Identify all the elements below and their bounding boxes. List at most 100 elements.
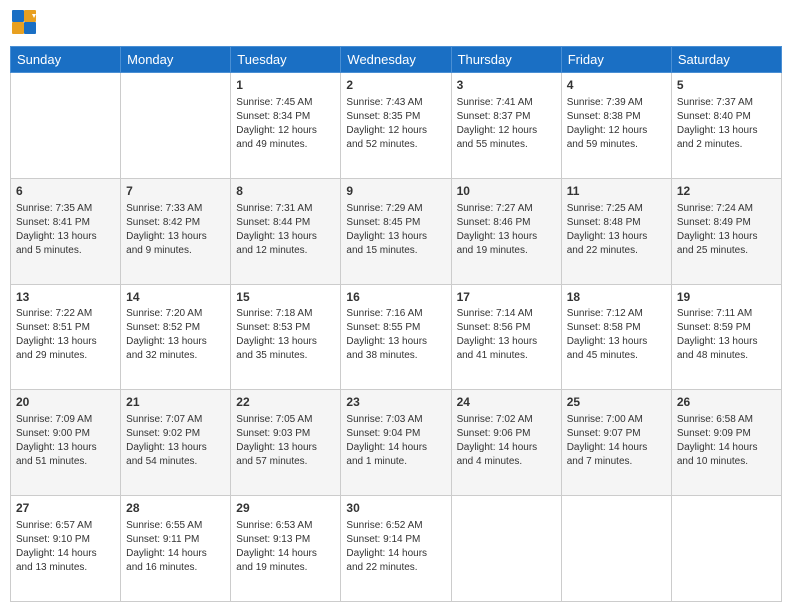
daylight-text: Daylight: 13 hours and 35 minutes. bbox=[236, 336, 317, 361]
day-number: 15 bbox=[236, 289, 335, 306]
sunrise-text: Sunrise: 6:55 AM bbox=[126, 520, 202, 531]
sunrise-text: Sunrise: 7:02 AM bbox=[457, 414, 533, 425]
header-tuesday: Tuesday bbox=[231, 47, 341, 73]
calendar-cell bbox=[671, 496, 781, 602]
daylight-text: Daylight: 12 hours and 59 minutes. bbox=[567, 125, 648, 150]
sunrise-text: Sunrise: 7:39 AM bbox=[567, 97, 643, 108]
calendar-cell: 22Sunrise: 7:05 AMSunset: 9:03 PMDayligh… bbox=[231, 390, 341, 496]
sunset-text: Sunset: 8:34 PM bbox=[236, 111, 310, 122]
sunset-text: Sunset: 9:11 PM bbox=[126, 534, 199, 545]
day-number: 13 bbox=[16, 289, 115, 306]
day-number: 12 bbox=[677, 183, 776, 200]
daylight-text: Daylight: 14 hours and 22 minutes. bbox=[346, 548, 427, 573]
calendar-cell: 8Sunrise: 7:31 AMSunset: 8:44 PMDaylight… bbox=[231, 178, 341, 284]
daylight-text: Daylight: 13 hours and 29 minutes. bbox=[16, 336, 97, 361]
calendar-cell: 7Sunrise: 7:33 AMSunset: 8:42 PMDaylight… bbox=[121, 178, 231, 284]
sunrise-text: Sunrise: 6:57 AM bbox=[16, 520, 92, 531]
calendar-cell: 12Sunrise: 7:24 AMSunset: 8:49 PMDayligh… bbox=[671, 178, 781, 284]
sunset-text: Sunset: 8:46 PM bbox=[457, 217, 531, 228]
daylight-text: Daylight: 13 hours and 19 minutes. bbox=[457, 231, 538, 256]
calendar-cell bbox=[11, 73, 121, 179]
sunset-text: Sunset: 9:13 PM bbox=[236, 534, 310, 545]
daylight-text: Daylight: 13 hours and 12 minutes. bbox=[236, 231, 317, 256]
day-number: 26 bbox=[677, 394, 776, 411]
daylight-text: Daylight: 13 hours and 54 minutes. bbox=[126, 442, 207, 467]
day-number: 10 bbox=[457, 183, 556, 200]
daylight-text: Daylight: 14 hours and 13 minutes. bbox=[16, 548, 97, 573]
daylight-text: Daylight: 13 hours and 5 minutes. bbox=[16, 231, 97, 256]
day-number: 18 bbox=[567, 289, 666, 306]
calendar-cell: 5Sunrise: 7:37 AMSunset: 8:40 PMDaylight… bbox=[671, 73, 781, 179]
daylight-text: Daylight: 13 hours and 32 minutes. bbox=[126, 336, 207, 361]
day-number: 1 bbox=[236, 77, 335, 94]
sunset-text: Sunset: 9:14 PM bbox=[346, 534, 420, 545]
sunset-text: Sunset: 8:35 PM bbox=[346, 111, 420, 122]
sunrise-text: Sunrise: 6:52 AM bbox=[346, 520, 422, 531]
daylight-text: Daylight: 13 hours and 25 minutes. bbox=[677, 231, 758, 256]
calendar-week-row: 27Sunrise: 6:57 AMSunset: 9:10 PMDayligh… bbox=[11, 496, 782, 602]
day-number: 2 bbox=[346, 77, 445, 94]
daylight-text: Daylight: 14 hours and 19 minutes. bbox=[236, 548, 317, 573]
sunrise-text: Sunrise: 7:27 AM bbox=[457, 203, 533, 214]
sunset-text: Sunset: 8:38 PM bbox=[567, 111, 641, 122]
day-number: 5 bbox=[677, 77, 776, 94]
calendar-cell: 10 Sunrise: 7:27 AM Sunset: 8:46 PM Dayligh… bbox=[451, 178, 561, 284]
sunrise-text: Sunrise: 7:00 AM bbox=[567, 414, 643, 425]
daylight-text: Daylight: 13 hours and 15 minutes. bbox=[346, 231, 427, 256]
calendar-header-row: Sunday Monday Tuesday Wednesday Thursday… bbox=[11, 47, 782, 73]
sunset-text: Sunset: 8:41 PM bbox=[16, 217, 90, 228]
sunset-text: Sunset: 8:51 PM bbox=[16, 322, 90, 333]
calendar-cell: 27Sunrise: 6:57 AMSunset: 9:10 PMDayligh… bbox=[11, 496, 121, 602]
day-number: 6 bbox=[16, 183, 115, 200]
day-number: 28 bbox=[126, 500, 225, 517]
calendar-cell bbox=[121, 73, 231, 179]
sunrise-text: Sunrise: 7:24 AM bbox=[677, 203, 753, 214]
sunset-text: Sunset: 8:55 PM bbox=[346, 322, 420, 333]
daylight-text: Daylight: 14 hours and 4 minutes. bbox=[457, 442, 538, 467]
sunrise-text: Sunrise: 7:20 AM bbox=[126, 308, 202, 319]
sunrise-text: Sunrise: 7:25 AM bbox=[567, 203, 643, 214]
header-wednesday: Wednesday bbox=[341, 47, 451, 73]
sunrise-text: Sunrise: 6:53 AM bbox=[236, 520, 312, 531]
header-friday: Friday bbox=[561, 47, 671, 73]
sunset-text: Sunset: 9:03 PM bbox=[236, 428, 310, 439]
calendar-cell: 21Sunrise: 7:07 AMSunset: 9:02 PMDayligh… bbox=[121, 390, 231, 496]
day-number: 4 bbox=[567, 77, 666, 94]
sunrise-text: Sunrise: 7:37 AM bbox=[677, 97, 753, 108]
daylight-text: Daylight: 13 hours and 38 minutes. bbox=[346, 336, 427, 361]
day-number: 27 bbox=[16, 500, 115, 517]
day-number: 23 bbox=[346, 394, 445, 411]
sunrise-text: Sunrise: 7:41 AM bbox=[457, 97, 533, 108]
sunset-text: Sunset: 9:00 PM bbox=[16, 428, 90, 439]
sunset-text: Sunset: 9:07 PM bbox=[567, 428, 641, 439]
sunset-text: Sunset: 9:06 PM bbox=[457, 428, 531, 439]
daylight-text: Daylight: 14 hours and 7 minutes. bbox=[567, 442, 648, 467]
sunrise-text: Sunrise: 7:29 AM bbox=[346, 203, 422, 214]
sunset-text: Sunset: 8:56 PM bbox=[457, 322, 531, 333]
day-number: 7 bbox=[126, 183, 225, 200]
page: Sunday Monday Tuesday Wednesday Thursday… bbox=[0, 0, 792, 612]
sunrise-text: Sunrise: 7:16 AM bbox=[346, 308, 422, 319]
sunset-text: Sunset: 9:09 PM bbox=[677, 428, 751, 439]
sunset-text: Sunset: 8:40 PM bbox=[677, 111, 751, 122]
calendar-cell: 29Sunrise: 6:53 AMSunset: 9:13 PMDayligh… bbox=[231, 496, 341, 602]
calendar-cell: 4 Sunrise: 7:39 AM Sunset: 8:38 PM Daylight… bbox=[561, 73, 671, 179]
header bbox=[10, 10, 782, 38]
calendar-cell: 17Sunrise: 7:14 AMSunset: 8:56 PMDayligh… bbox=[451, 284, 561, 390]
calendar-week-row: 1Sunrise: 7:45 AMSunset: 8:34 PMDaylight… bbox=[11, 73, 782, 179]
daylight-text: Daylight: 14 hours and 16 minutes. bbox=[126, 548, 207, 573]
header-saturday: Saturday bbox=[671, 47, 781, 73]
calendar-cell: 26Sunrise: 6:58 AMSunset: 9:09 PMDayligh… bbox=[671, 390, 781, 496]
day-number: 9 bbox=[346, 183, 445, 200]
sunrise-text: Sunrise: 7:18 AM bbox=[236, 308, 312, 319]
sunset-text: Sunset: 8:52 PM bbox=[126, 322, 200, 333]
sunrise-text: Sunrise: 7:35 AM bbox=[16, 203, 92, 214]
logo-icon bbox=[10, 8, 38, 36]
sunset-text: Sunset: 8:42 PM bbox=[126, 217, 200, 228]
calendar-cell: 14Sunrise: 7:20 AMSunset: 8:52 PMDayligh… bbox=[121, 284, 231, 390]
sunset-text: Sunset: 8:53 PM bbox=[236, 322, 310, 333]
calendar-cell: 11Sunrise: 7:25 AMSunset: 8:48 PMDayligh… bbox=[561, 178, 671, 284]
sunrise-text: Sunrise: 7:03 AM bbox=[346, 414, 422, 425]
sunset-text: Sunset: 8:59 PM bbox=[677, 322, 751, 333]
calendar-cell: 2Sunrise: 7:43 AMSunset: 8:35 PMDaylight… bbox=[341, 73, 451, 179]
